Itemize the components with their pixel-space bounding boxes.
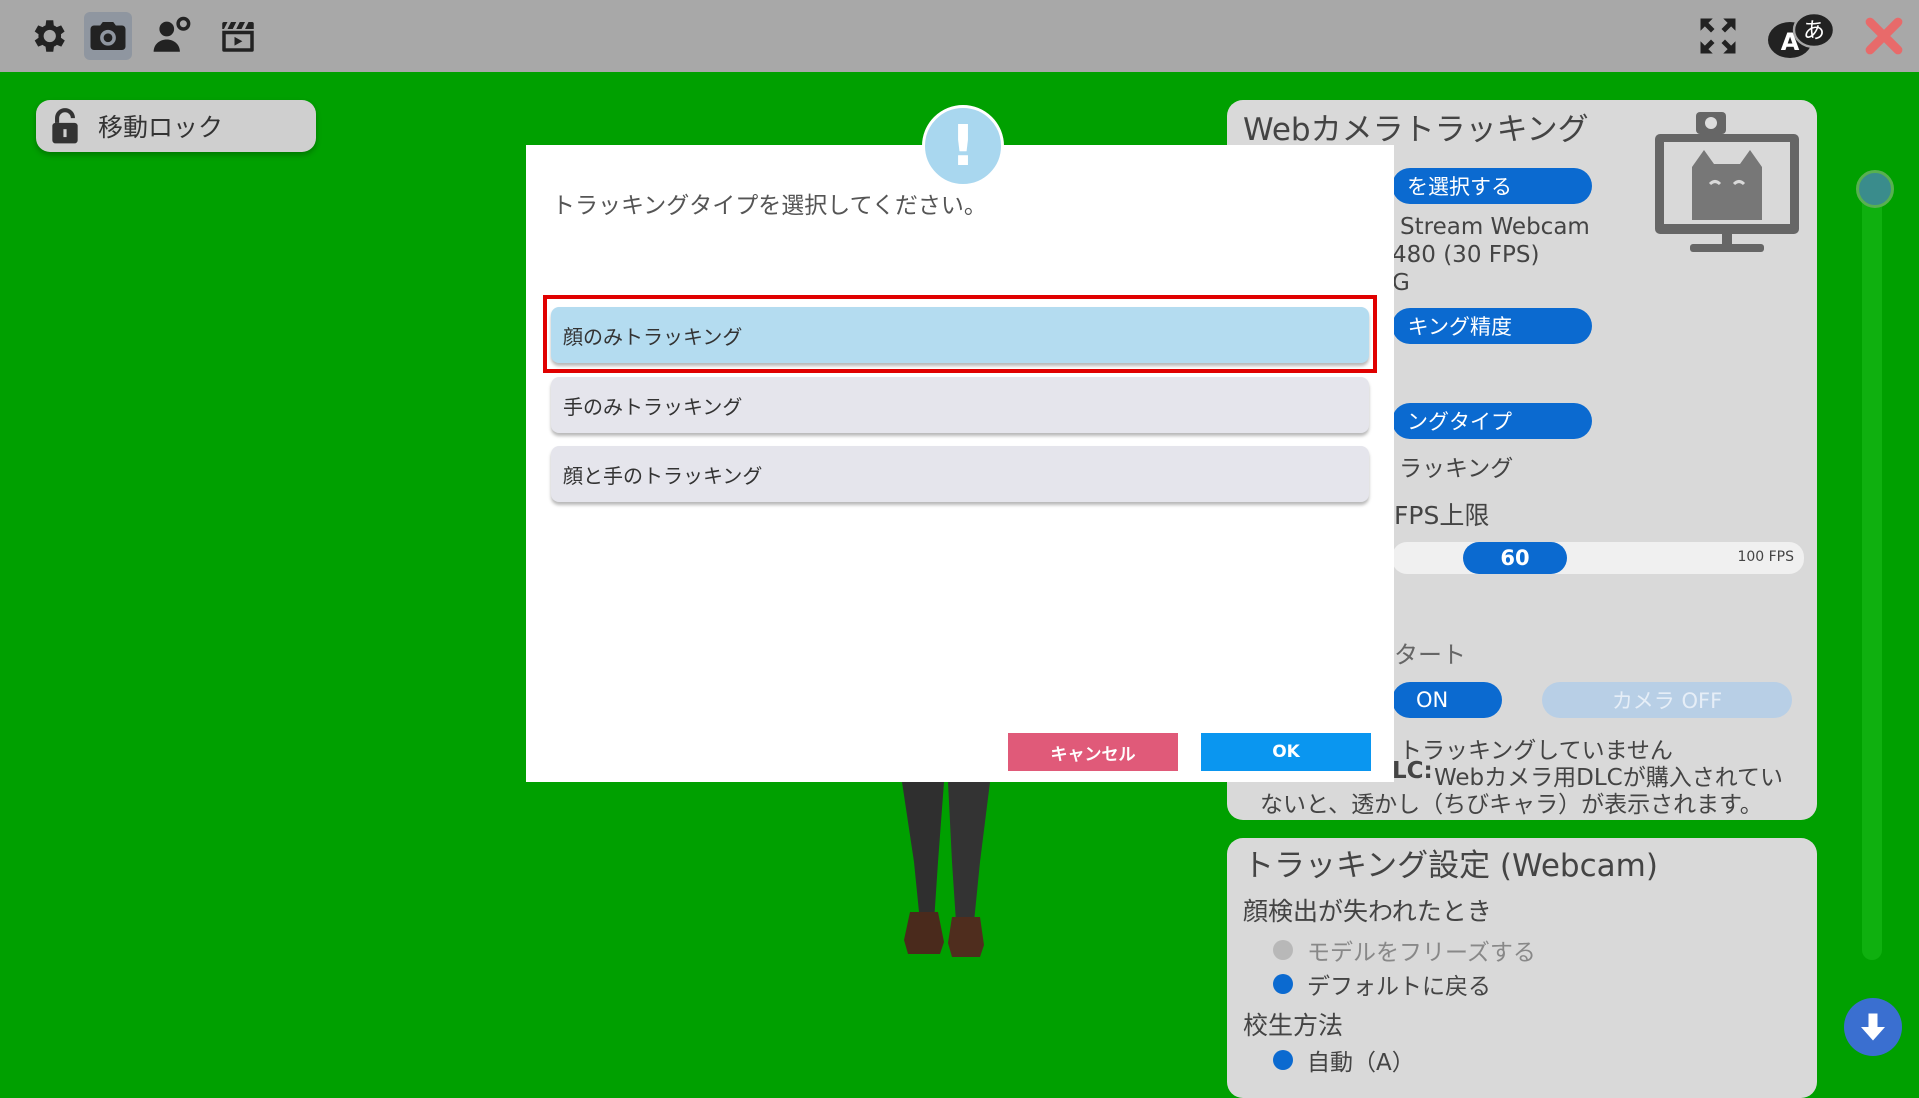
expand-icon [1700, 18, 1736, 54]
option-freeze-label: モデルをフリーズする [1307, 940, 1536, 966]
avatar-button[interactable] [148, 12, 196, 60]
option-freeze[interactable]: モデルをフリーズする [1273, 933, 1536, 967]
lock-icon [52, 108, 78, 144]
webcam-panel-title: Webカメラトラッキング [1243, 112, 1589, 148]
scrollbar-thumb[interactable] [1856, 170, 1894, 208]
option-default-label: デフォルトに戻る [1307, 974, 1491, 1000]
alert-glyph: ! [950, 113, 976, 179]
clapperboard-icon [222, 22, 254, 52]
option-face-and-hands[interactable]: 顔と手のトラッキング [551, 446, 1369, 502]
close-icon [1865, 17, 1903, 55]
avatar-legs [902, 782, 990, 957]
camera-on-button[interactable]: ON [1392, 682, 1502, 718]
auto-start-label: タート [1394, 641, 1466, 669]
settings-button[interactable] [24, 12, 72, 60]
arrow-down-icon [1861, 1013, 1885, 1041]
camera-off-button[interactable]: カメラ OFF [1542, 682, 1792, 718]
dlc-label: LC: [1392, 758, 1433, 784]
move-lock-label: 移動ロック [98, 113, 224, 142]
tracking-precision-button[interactable]: キング精度 [1392, 308, 1592, 344]
camera-icon [90, 22, 126, 50]
option-default[interactable]: デフォルトに戻る [1273, 967, 1491, 1001]
fps-max-label: 100 FPS [1737, 549, 1794, 565]
option-calibration-auto[interactable]: 自動（A） [1273, 1043, 1415, 1077]
fps-slider[interactable]: 60 100 FPS [1392, 542, 1804, 574]
webcam-cat-icon [1655, 112, 1799, 252]
user-gear-icon [153, 16, 191, 52]
translate-icon: A あ [1768, 12, 1836, 58]
cancel-button[interactable]: キャンセル [1008, 733, 1178, 771]
calibration-auto-label: 自動（A） [1307, 1050, 1415, 1076]
translate-glyph-a: A [1781, 28, 1800, 56]
tracking-settings-title: トラッキング設定 (Webcam) [1243, 848, 1658, 884]
language-button[interactable]: A あ [1764, 12, 1840, 60]
dialog-message: トラッキングタイプを選択してください。 [552, 193, 987, 219]
device-resolution: 480 (30 FPS) [1392, 242, 1540, 268]
face-lost-label: 顔検出が失われたとき [1243, 897, 1492, 926]
gear-icon [34, 20, 65, 52]
exclamation-icon: ! [922, 105, 1004, 187]
fullscreen-button[interactable] [1694, 12, 1742, 60]
option-face-and-hands-label: 顔と手のトラッキング [563, 463, 763, 488]
close-button[interactable] [1860, 12, 1908, 60]
option-hands-only[interactable]: 手のみトラッキング [551, 377, 1369, 433]
scrollbar-track[interactable] [1862, 175, 1882, 960]
select-camera-button[interactable]: を選択する [1392, 168, 1592, 204]
translate-glyph-ja: あ [1803, 19, 1825, 44]
dlc-text-line2: ないと、透かし（ちびキャラ）が表示されます。 [1260, 792, 1763, 818]
fps-limit-label: FPS上限 [1394, 501, 1490, 530]
fps-slider-handle[interactable]: 60 [1463, 542, 1567, 574]
radio-calibration-auto[interactable] [1273, 1050, 1293, 1070]
scene-button[interactable] [214, 12, 262, 60]
scroll-down-button[interactable] [1844, 998, 1902, 1056]
tracking-type-button[interactable]: ングタイプ [1392, 403, 1592, 439]
ok-button[interactable]: OK [1201, 733, 1371, 771]
move-lock-button[interactable]: 移動ロック [36, 100, 316, 152]
camera-button[interactable] [84, 12, 132, 60]
option-hands-only-label: 手のみトラッキング [563, 394, 743, 419]
top-toolbar: A あ [0, 0, 1919, 72]
device-format: G [1392, 270, 1410, 296]
selection-highlight-box [543, 295, 1377, 373]
radio-freeze[interactable] [1273, 940, 1293, 960]
tracking-type-value: ラッキング [1399, 456, 1514, 482]
calibration-label: 校生方法 [1243, 1011, 1344, 1040]
device-name: Stream Webcam [1400, 214, 1590, 240]
tracking-settings-panel: トラッキング設定 (Webcam) 顔検出が失われたとき モデルをフリーズする … [1227, 838, 1817, 1098]
radio-default[interactable] [1273, 974, 1293, 994]
